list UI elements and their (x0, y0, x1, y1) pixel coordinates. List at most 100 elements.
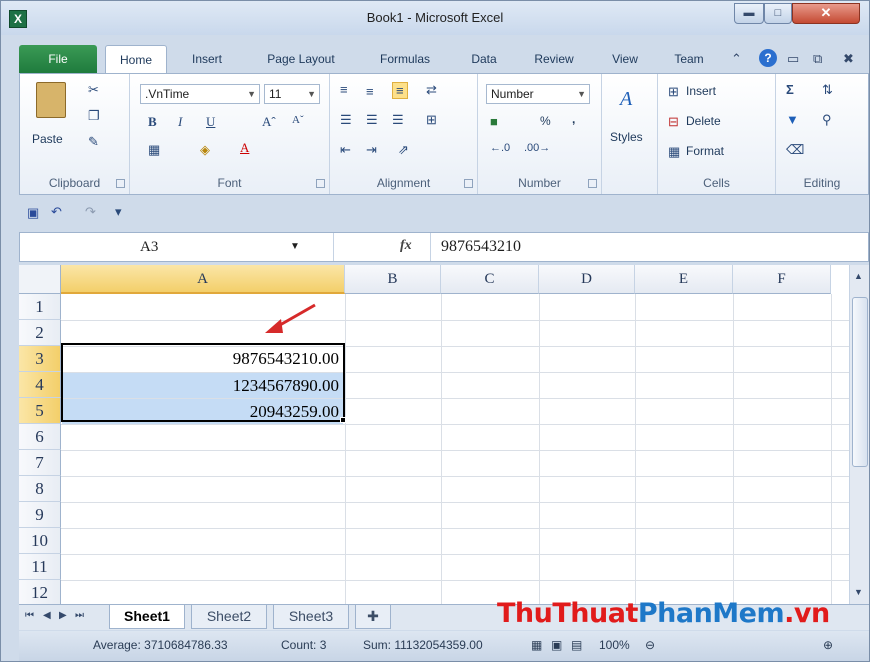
autosum-icon[interactable]: Σ (786, 82, 794, 97)
prev-sheet-icon[interactable]: ◀ (43, 610, 51, 621)
alignment-launcher-icon[interactable] (464, 179, 473, 188)
format-cells-icon[interactable]: ▦ (668, 144, 680, 160)
column-header-b[interactable]: B (345, 265, 441, 294)
select-all-corner[interactable] (19, 265, 61, 294)
scroll-down-icon[interactable]: ▼ (854, 587, 863, 597)
row-header[interactable]: 7 (19, 450, 61, 476)
decrease-indent-icon[interactable]: ⇤ (340, 142, 351, 158)
number-launcher-icon[interactable] (588, 179, 597, 188)
column-header-d[interactable]: D (539, 265, 635, 294)
name-box[interactable]: A3 ▼ (20, 233, 334, 261)
increase-indent-icon[interactable]: ⇥ (366, 142, 377, 158)
normal-view-icon[interactable]: ▦ (531, 638, 542, 652)
fill-handle[interactable] (340, 417, 346, 423)
align-middle-icon[interactable]: ≡ (366, 84, 374, 99)
sort-filter-icon[interactable]: ⇅ (822, 82, 833, 98)
align-center-icon[interactable]: ☰ (366, 112, 378, 128)
row-header[interactable]: 2 (19, 320, 61, 346)
zoom-out-icon[interactable]: ⊖ (645, 638, 655, 652)
cut-icon[interactable]: ✂ (88, 82, 99, 98)
tab-home[interactable]: Home (105, 45, 167, 74)
workbook-window-icon[interactable]: ⧉ (813, 51, 822, 67)
row-header[interactable]: 4 (19, 372, 61, 398)
shrink-font-icon[interactable]: Aˇ (292, 114, 304, 126)
font-launcher-icon[interactable] (316, 179, 325, 188)
row-header[interactable]: 3 (19, 346, 61, 372)
percent-button[interactable]: % (540, 114, 551, 128)
decrease-decimal-icon[interactable]: .00→ (524, 142, 550, 154)
insert-function-icon[interactable]: fx (400, 238, 412, 254)
last-sheet-icon[interactable]: ⏭ (75, 610, 84, 621)
column-header-a[interactable]: A (61, 265, 345, 294)
chevron-down-icon[interactable]: ▼ (290, 233, 300, 261)
delete-button[interactable]: Delete (686, 114, 721, 128)
fill-color-icon[interactable]: ◈ (200, 142, 210, 158)
tab-review[interactable]: Review (521, 45, 587, 73)
customize-qat-icon[interactable]: ▾ (115, 204, 122, 220)
column-header-e[interactable]: E (635, 265, 733, 294)
tab-file[interactable]: File (19, 45, 97, 73)
borders-icon[interactable]: ▦ (148, 142, 160, 158)
column-header-f[interactable]: F (733, 265, 831, 294)
font-size-box[interactable]: 11 ▼ (264, 84, 320, 104)
comma-style-button[interactable]: , (572, 112, 575, 126)
align-left-icon[interactable]: ☰ (340, 112, 352, 128)
close-workbook-icon[interactable]: ✖ (843, 51, 854, 67)
tab-view[interactable]: View (599, 45, 651, 73)
minimize-ribbon-icon[interactable]: ⌃ (731, 51, 742, 67)
sheet-tab-sheet2[interactable]: Sheet2 (191, 605, 267, 629)
close-button[interactable]: ✕ (792, 3, 860, 24)
vertical-scrollbar[interactable]: ▲ ▼ (849, 265, 869, 604)
first-sheet-icon[interactable]: ⏮ (25, 610, 34, 621)
copy-icon[interactable]: ❐ (88, 108, 100, 124)
row-header[interactable]: 12 (19, 580, 61, 604)
wrap-text-icon[interactable]: ⇄ (426, 82, 437, 98)
tab-data[interactable]: Data (457, 45, 511, 73)
delete-cells-icon[interactable]: ⊟ (668, 114, 679, 130)
next-sheet-icon[interactable]: ▶ (59, 610, 67, 621)
grow-font-icon[interactable]: Aˆ (262, 114, 276, 130)
underline-icon[interactable]: U (206, 114, 215, 130)
row-header[interactable]: 11 (19, 554, 61, 580)
font-color-icon[interactable]: A (240, 140, 249, 156)
format-button[interactable]: Format (686, 144, 724, 158)
tab-page-layout[interactable]: Page Layout (251, 45, 351, 73)
maximize-button[interactable]: □ (764, 3, 792, 24)
zoom-in-icon[interactable]: ⊕ (823, 638, 833, 652)
insert-button[interactable]: Insert (686, 84, 716, 98)
tab-team[interactable]: Team (661, 45, 717, 73)
align-bottom-icon[interactable]: ≡ (392, 82, 408, 99)
clear-icon[interactable]: ⌫ (786, 142, 804, 158)
help-icon[interactable]: ? (759, 49, 777, 67)
row-header[interactable]: 8 (19, 476, 61, 502)
row-header[interactable]: 9 (19, 502, 61, 528)
row-header[interactable]: 10 (19, 528, 61, 554)
row-header[interactable]: 5 (19, 398, 61, 424)
fill-icon[interactable]: ▼ (786, 112, 799, 127)
italic-icon[interactable]: I (178, 114, 182, 130)
clipboard-launcher-icon[interactable] (116, 179, 125, 188)
sheet-tab-sheet1[interactable]: Sheet1 (109, 605, 185, 629)
number-format-box[interactable]: Number ▼ (486, 84, 590, 104)
undo-icon[interactable]: ↶ (51, 204, 62, 220)
scroll-up-icon[interactable]: ▲ (854, 271, 863, 281)
column-header-c[interactable]: C (441, 265, 539, 294)
formula-input[interactable]: 9876543210 (430, 233, 870, 261)
tab-formulas[interactable]: Formulas (365, 45, 445, 73)
sheet-tab-sheet3[interactable]: Sheet3 (273, 605, 349, 629)
styles-icon[interactable]: A (620, 88, 632, 111)
restore-workbook-icon[interactable]: ▭ (787, 51, 799, 67)
paste-button[interactable]: Paste (32, 132, 63, 146)
insert-cells-icon[interactable]: ⊞ (668, 84, 679, 100)
currency-icon[interactable]: ■ (490, 114, 498, 129)
row-header[interactable]: 6 (19, 424, 61, 450)
align-top-icon[interactable]: ≡ (340, 82, 348, 97)
find-select-icon[interactable]: ⚲ (822, 112, 832, 128)
orientation-icon[interactable]: ⇗ (398, 142, 409, 158)
tab-insert[interactable]: Insert (179, 45, 235, 73)
font-name-box[interactable]: .VnTime ▼ (140, 84, 260, 104)
paste-icon[interactable] (36, 82, 66, 118)
align-right-icon[interactable]: ☰ (392, 112, 404, 128)
save-icon[interactable]: ▣ (27, 205, 39, 221)
page-break-view-icon[interactable]: ▤ (571, 638, 582, 652)
